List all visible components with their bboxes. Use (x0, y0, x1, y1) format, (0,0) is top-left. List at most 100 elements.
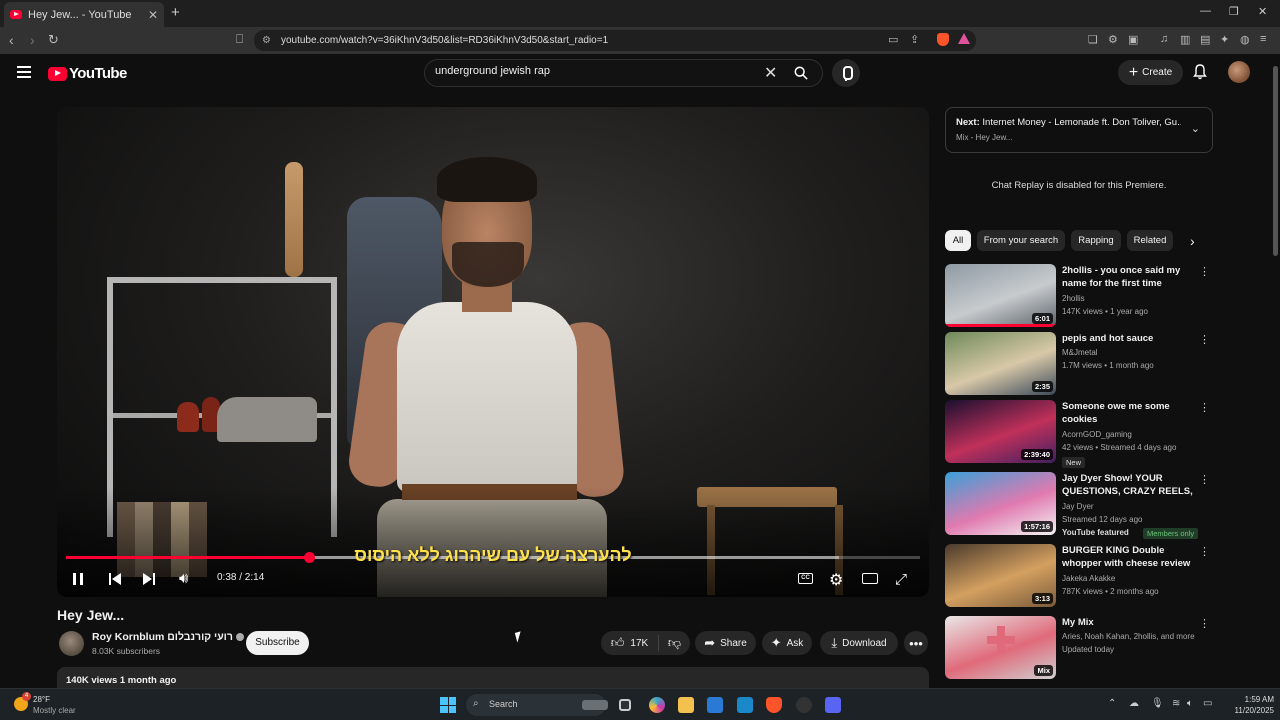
cast-icon[interactable]: ▭ (888, 33, 898, 46)
system-clock[interactable]: 1:59 AM 11/20/2025 (1222, 694, 1274, 716)
forward-icon[interactable]: › (30, 32, 35, 48)
restore-icon[interactable]: ❐ (1229, 5, 1239, 18)
puzzle-icon[interactable]: ⚙ (1108, 33, 1118, 46)
more-vertical-icon[interactable]: ⋮ (1199, 333, 1210, 346)
search-input[interactable] (435, 65, 755, 77)
share-page-icon[interactable]: ⇪ (910, 33, 919, 46)
recommendation-item[interactable]: 2:35 pepis and hot sauce M&Jmetal 1.7M v… (945, 332, 1213, 396)
speaker-icon[interactable]: 🔈︎ (1187, 698, 1193, 709)
settings-gear-icon[interactable]: ⚙ (829, 570, 843, 590)
video-thumbnail[interactable]: 3:13 (945, 544, 1056, 607)
file-explorer-icon[interactable] (619, 699, 631, 711)
chevron-right-icon[interactable]: › (1190, 233, 1195, 249)
ask-button[interactable]: ✦ Ask (762, 631, 812, 655)
copilot-icon[interactable] (649, 697, 665, 713)
wifi-icon[interactable]: ≋ (1172, 698, 1180, 709)
video-thumbnail[interactable]: 1:57:16 (945, 472, 1056, 535)
clear-search-icon[interactable]: ✕ (764, 63, 777, 83)
address-bar[interactable]: ⚙ youtube.com/watch?v=36iKhnV3d50&list=R… (254, 30, 976, 51)
windows-start-icon[interactable] (440, 697, 456, 713)
menu-icon[interactable]: ≡ (1260, 33, 1266, 45)
video-thumbnail[interactable]: 2:35 (945, 332, 1056, 395)
more-vertical-icon[interactable]: ⋮ (1199, 401, 1210, 414)
video-thumbnail[interactable]: 6:01 (945, 264, 1056, 327)
cloud-icon[interactable]: ☁ (1129, 698, 1139, 709)
back-icon[interactable]: ‹ (9, 32, 14, 48)
discord-icon[interactable] (825, 697, 841, 713)
site-info-icon[interactable]: ⚙ (262, 35, 271, 46)
guide-menu-icon[interactable] (17, 66, 31, 78)
music-icon[interactable]: ♫ (1160, 33, 1168, 45)
chevron-down-icon[interactable]: ⌄ (1191, 122, 1200, 135)
reload-icon[interactable]: ↻ (48, 32, 59, 48)
theater-mode-icon[interactable] (862, 573, 878, 584)
brave-shields-icon[interactable] (937, 33, 949, 46)
recommendation-channel[interactable]: Jakeka Akakke (1062, 574, 1115, 583)
chip-rapping[interactable]: Rapping (1071, 230, 1121, 251)
playlist-next-card[interactable]: Next: Internet Money - Lemonade ft. Don … (945, 107, 1213, 153)
video-thumbnail[interactable]: Mix (945, 616, 1056, 679)
recommendation-title[interactable]: pepis and hot sauce (1062, 332, 1198, 345)
tab-close-icon[interactable]: ✕ (148, 8, 158, 22)
recommendation-channel[interactable]: AcornGOD_gaming (1062, 430, 1132, 439)
microphone-icon[interactable]: 🎙︎ (1151, 698, 1164, 709)
video-thumbnail[interactable]: 2:39:40 (945, 400, 1056, 463)
create-button[interactable]: + Create (1118, 60, 1183, 85)
search-box[interactable]: ✕ (424, 59, 823, 87)
new-tab-icon[interactable]: + (171, 4, 180, 21)
chip-from-your-search[interactable]: From your search (977, 230, 1065, 251)
pause-icon[interactable] (73, 573, 83, 585)
search-icon[interactable] (794, 66, 808, 80)
more-vertical-icon[interactable]: ⋮ (1199, 473, 1210, 486)
fullscreen-icon[interactable]: ⤢ (895, 571, 907, 588)
recommendation-channel[interactable]: Jay Dyer (1062, 502, 1094, 511)
channel-name[interactable]: Roy Kornblum רועי קורנבלום (92, 631, 233, 643)
next-icon[interactable] (141, 573, 155, 585)
more-vertical-icon[interactable]: ⋮ (1199, 545, 1210, 558)
scrollbar-thumb[interactable] (1273, 66, 1278, 256)
sidebar-icon[interactable]: ▥ (1180, 33, 1190, 46)
folder-icon[interactable] (678, 697, 694, 713)
share-button[interactable]: ➦ Share (695, 631, 756, 655)
battery-icon[interactable]: ▭ (1203, 698, 1212, 709)
recommendation-title[interactable]: BURGER KING Double whopper with cheese r… (1062, 544, 1198, 570)
dislike-button[interactable]: 👎︎ (659, 635, 690, 651)
recommendation-item[interactable]: 1:57:16 Jay Dyer Show! YOUR QUESTIONS, C… (945, 472, 1213, 539)
vpn-icon[interactable]: ◍ (1240, 33, 1250, 46)
extension-icon[interactable]: ❏ (1088, 33, 1098, 46)
page-scrollbar[interactable] (1271, 54, 1280, 688)
recommendation-item[interactable]: 2:39:40 Someone owe me some cookies Acor… (945, 400, 1213, 468)
recommendation-channel[interactable]: 2hollis (1062, 294, 1085, 303)
subscribe-button[interactable]: Subscribe (246, 631, 309, 655)
recommendation-title[interactable]: Jay Dyer Show! YOUR QUESTIONS, CRAZY REE… (1062, 472, 1198, 498)
more-actions-button[interactable]: ••• (904, 631, 928, 655)
recommendation-channel[interactable]: Aries, Noah Kahan, 2hollis, and more (1062, 632, 1195, 641)
close-window-icon[interactable]: ✕ (1258, 5, 1267, 18)
notifications-bell-icon[interactable] (1193, 64, 1207, 80)
channel-name-row[interactable]: Roy Kornblum רועי קורנבלום (92, 631, 244, 643)
recommendation-item[interactable]: 3:13 BURGER KING Double whopper with che… (945, 544, 1213, 608)
download-button[interactable]: ⤓ Download (820, 631, 898, 655)
leo-ai-icon[interactable]: ✦ (1220, 33, 1229, 46)
app-icon[interactable] (737, 697, 753, 713)
brave-rewards-icon[interactable] (958, 33, 970, 44)
recommendation-item[interactable]: Mix My Mix Aries, Noah Kahan, 2hollis, a… (945, 616, 1213, 680)
steam-icon[interactable] (796, 697, 812, 713)
more-vertical-icon[interactable]: ⋮ (1199, 617, 1210, 630)
recommendation-title[interactable]: My Mix (1062, 616, 1198, 629)
captions-icon[interactable]: CC (798, 573, 813, 584)
tray-overflow-icon[interactable]: ⌃ (1108, 698, 1116, 709)
volume-icon[interactable]: 🔊︎ (179, 570, 188, 588)
previous-icon[interactable] (109, 573, 123, 585)
voice-search-icon[interactable] (832, 59, 860, 87)
youtube-logo[interactable]: YouTube (48, 65, 127, 82)
recommendation-title[interactable]: 2hollis - you once said my name for the … (1062, 264, 1198, 290)
recommendation-item[interactable]: 6:01 2hollis - you once said my name for… (945, 264, 1213, 328)
minimize-icon[interactable]: — (1200, 5, 1211, 17)
brave-browser-icon[interactable] (766, 697, 782, 713)
video-player[interactable]: להערצה של עם שיהרוג ללא היסוס 🔊︎ 0:38 / … (57, 107, 929, 597)
taskbar-app-icon[interactable] (582, 700, 608, 710)
like-button[interactable]: 👍︎ 17K (601, 635, 659, 651)
wallet-icon[interactable]: ▤ (1200, 33, 1210, 46)
screenshot-icon[interactable]: ▣ (1128, 33, 1138, 46)
